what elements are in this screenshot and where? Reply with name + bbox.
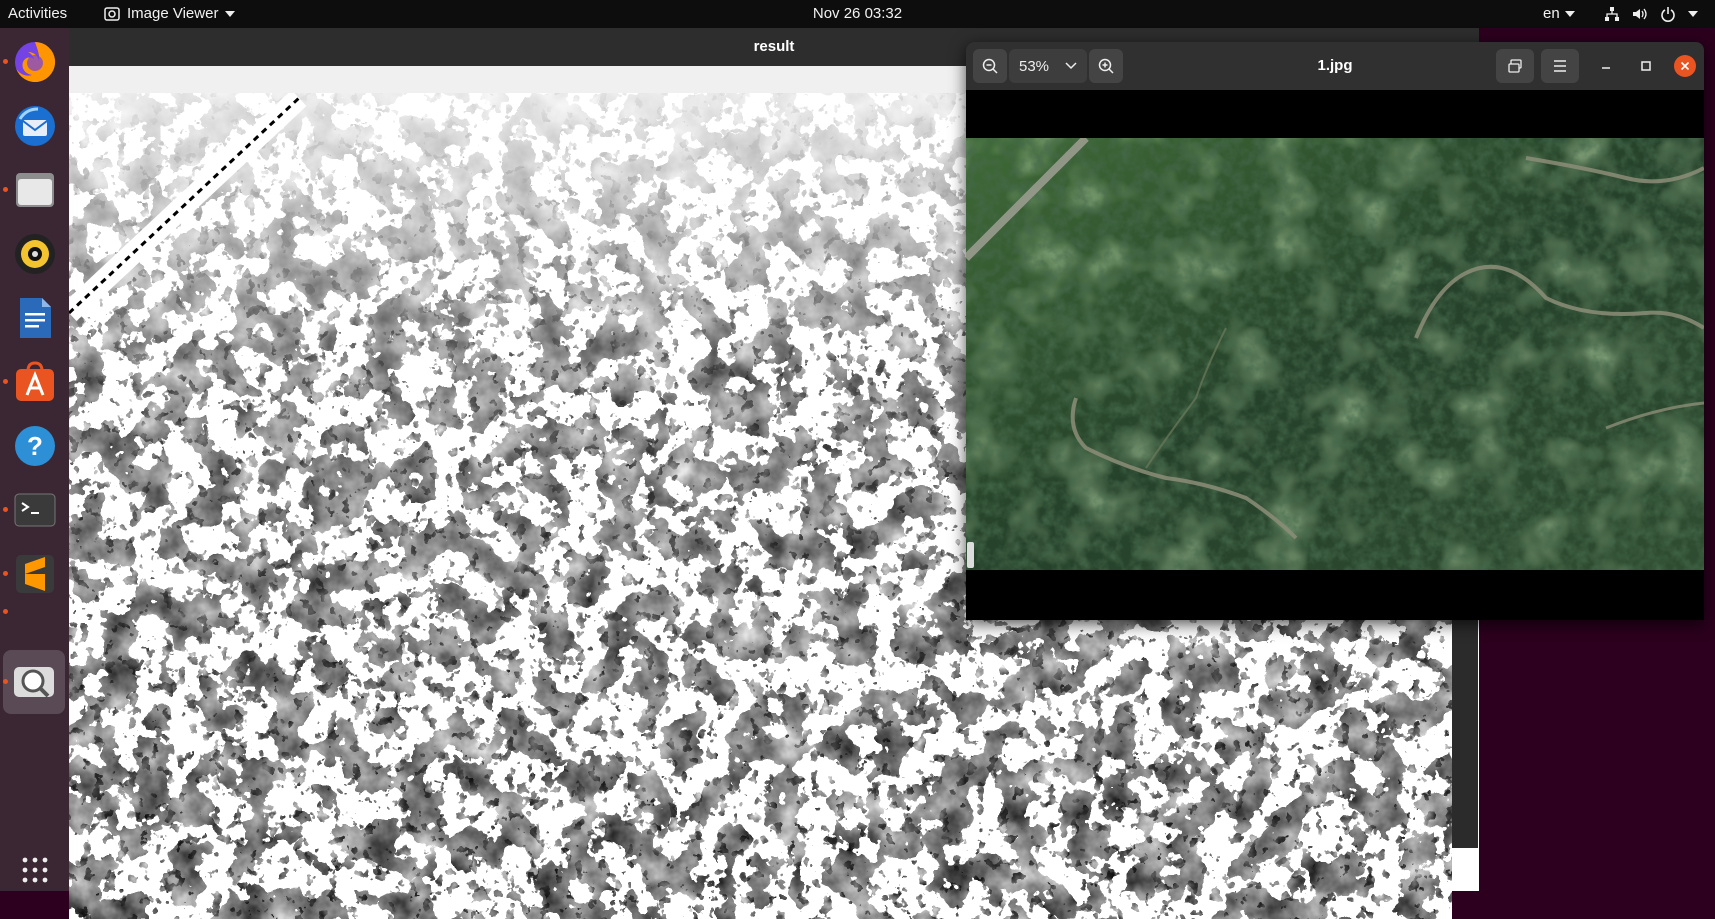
running-indicator: [3, 187, 8, 192]
files-icon: [15, 173, 54, 207]
svg-text:?: ?: [27, 431, 43, 461]
dock-item-hidden: [0, 602, 69, 622]
chevron-down-icon: [225, 11, 236, 17]
show-applications-button[interactable]: [0, 850, 69, 890]
clock-label[interactable]: Nov 26 03:32: [813, 5, 902, 22]
running-indicator: [3, 571, 8, 576]
maximize-button[interactable]: [1634, 54, 1658, 78]
thunderbird-icon: [14, 106, 55, 146]
minimize-button[interactable]: [1594, 54, 1618, 78]
running-indicator: [3, 679, 8, 684]
chevron-down-icon: [1564, 11, 1575, 17]
image-viewer-small-icon: [104, 7, 120, 21]
zoom-out-button[interactable]: [973, 49, 1007, 83]
help-icon: ?: [14, 426, 55, 466]
close-button[interactable]: [1674, 55, 1696, 77]
system-menu[interactable]: [1604, 0, 1698, 28]
running-indicator: [3, 609, 8, 614]
app-menu[interactable]: Image Viewer: [104, 0, 236, 28]
dock: ?: [0, 28, 69, 891]
writer-icon: [19, 298, 51, 338]
language-label: en: [1543, 5, 1560, 22]
language-indicator[interactable]: en: [1543, 0, 1575, 28]
zoom-in-button[interactable]: [1089, 49, 1123, 83]
dock-item-terminal[interactable]: [0, 478, 69, 542]
background-window-edge: [1452, 618, 1478, 848]
activities-button[interactable]: Activities: [8, 0, 67, 28]
gallery-icon: [1508, 59, 1522, 73]
dock-item-firefox[interactable]: [0, 30, 69, 94]
viewer-resize-handle[interactable]: [967, 542, 974, 568]
clock: Nov 26 03:32: [0, 0, 1715, 28]
zoom-level-combo[interactable]: 53%: [1009, 49, 1087, 83]
dock-item-files[interactable]: [0, 158, 69, 222]
app-menu-label: Image Viewer: [127, 5, 219, 22]
rhythmbox-icon: [14, 234, 55, 274]
network-icon: [1605, 7, 1619, 21]
minimize-icon: [1602, 67, 1610, 69]
zoom-level-value: 53%: [1019, 57, 1050, 75]
show-applications-icon: [22, 857, 47, 883]
aerial-forest-photo: [966, 138, 1704, 570]
zoom-in-icon: [1098, 58, 1114, 74]
dock-item-thunderbird[interactable]: [0, 94, 69, 158]
image-viewer-window: 53% 1.jpg: [966, 42, 1704, 620]
image-viewer-icon: [14, 667, 54, 698]
close-icon: [1680, 61, 1690, 71]
chevron-down-icon: [1688, 11, 1698, 17]
result-window-title: result: [753, 38, 795, 55]
power-icon: [1661, 7, 1675, 22]
dock-item-rhythmbox[interactable]: [0, 222, 69, 286]
maximize-icon: [1641, 61, 1651, 71]
chevron-down-icon: [1065, 62, 1077, 70]
top-bar: Activities Image Viewer Nov 26 03:32 en: [0, 0, 1715, 28]
activities-label: Activities: [8, 5, 68, 22]
aerial-forest-photo-svg: [966, 138, 1704, 570]
software-icon: [15, 361, 54, 401]
viewer-headerbar[interactable]: 53% 1.jpg: [966, 42, 1704, 90]
terminal-icon: [14, 493, 55, 527]
dock-item-writer[interactable]: [0, 286, 69, 350]
dock-item-help[interactable]: ?: [0, 414, 69, 478]
hamburger-menu-icon: [1554, 60, 1566, 72]
sublime-icon: [15, 555, 54, 593]
firefox-icon: [14, 41, 55, 82]
gallery-button[interactable]: [1496, 49, 1534, 83]
running-indicator: [3, 379, 8, 384]
dock-item-software[interactable]: [0, 350, 69, 414]
running-indicator: [3, 59, 8, 64]
main-menu-button[interactable]: [1541, 49, 1579, 83]
zoom-out-icon: [982, 58, 998, 74]
volume-icon: [1633, 8, 1647, 20]
running-indicator: [3, 507, 8, 512]
dock-item-sublime[interactable]: [0, 542, 69, 606]
dock-item-image-viewer[interactable]: [3, 650, 65, 714]
